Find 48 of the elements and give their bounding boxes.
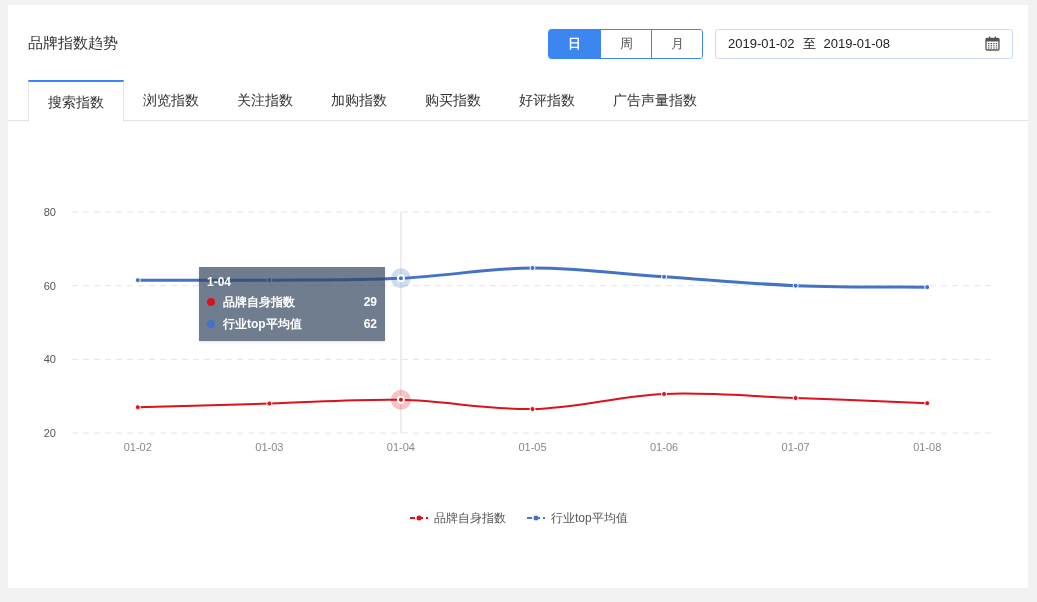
x-tick-label: 01-08 (913, 441, 942, 453)
index-tab[interactable]: 广告声量指数 (594, 80, 716, 121)
index-tab[interactable]: 搜索指数 (28, 80, 124, 122)
legend-label[interactable]: 行业top平均值 (551, 511, 628, 525)
page-title: 品牌指数趋势 (28, 33, 118, 54)
y-tick-label: 40 (43, 353, 56, 366)
period-button[interactable]: 日 (549, 29, 600, 58)
y-tick-label: 60 (43, 279, 56, 292)
tooltip-value: 29 (363, 294, 377, 311)
x-tick-label: 01-04 (386, 441, 415, 453)
index-tab[interactable]: 好评指数 (500, 80, 594, 121)
legend-line-icon (409, 515, 429, 521)
x-tick-label: 01-03 (255, 441, 284, 453)
x-tick-label: 01-02 (123, 441, 152, 453)
calendar-icon[interactable] (985, 36, 1000, 51)
x-tick-label: 01-06 (650, 441, 679, 453)
index-tab[interactable]: 关注指数 (218, 80, 312, 121)
legend-label[interactable]: 品牌自身指数 (434, 511, 506, 525)
index-tab[interactable]: 购买指数 (406, 80, 500, 121)
data-point (924, 284, 931, 291)
data-point (792, 282, 799, 289)
data-point (924, 400, 931, 407)
data-point (529, 265, 536, 271)
tooltip-title: 1-04 (207, 274, 233, 291)
index-tab[interactable]: 加购指数 (312, 80, 406, 121)
legend-line-icon (526, 515, 546, 521)
x-tick-label: 01-07 (781, 441, 810, 453)
start-date: 2019-01-02 (728, 34, 795, 53)
data-point (661, 273, 668, 280)
data-point (661, 390, 668, 397)
y-tick-label: 20 (43, 427, 56, 439)
end-date: 2019-01-08 (823, 34, 890, 53)
highlighted-point (390, 389, 411, 410)
period-button[interactable]: 月 (651, 29, 702, 58)
data-point (529, 406, 536, 413)
date-separator: 至 (802, 34, 816, 53)
data-point (792, 395, 799, 401)
data-point (266, 400, 273, 407)
date-range-field[interactable]: 2019-01-02 至 2019-01-08 (715, 28, 1013, 59)
tooltip-series-label: 品牌自身指数 (223, 294, 295, 311)
index-tab[interactable]: 浏览指数 (124, 80, 218, 121)
data-point (134, 404, 141, 411)
data-point (134, 277, 141, 284)
x-tick-label: 01-05 (518, 441, 547, 453)
y-tick-label: 80 (43, 206, 56, 218)
highlighted-point (390, 268, 411, 289)
tooltip-value: 62 (363, 316, 377, 333)
tooltip-series-label: 行业top平均值 (223, 316, 302, 333)
